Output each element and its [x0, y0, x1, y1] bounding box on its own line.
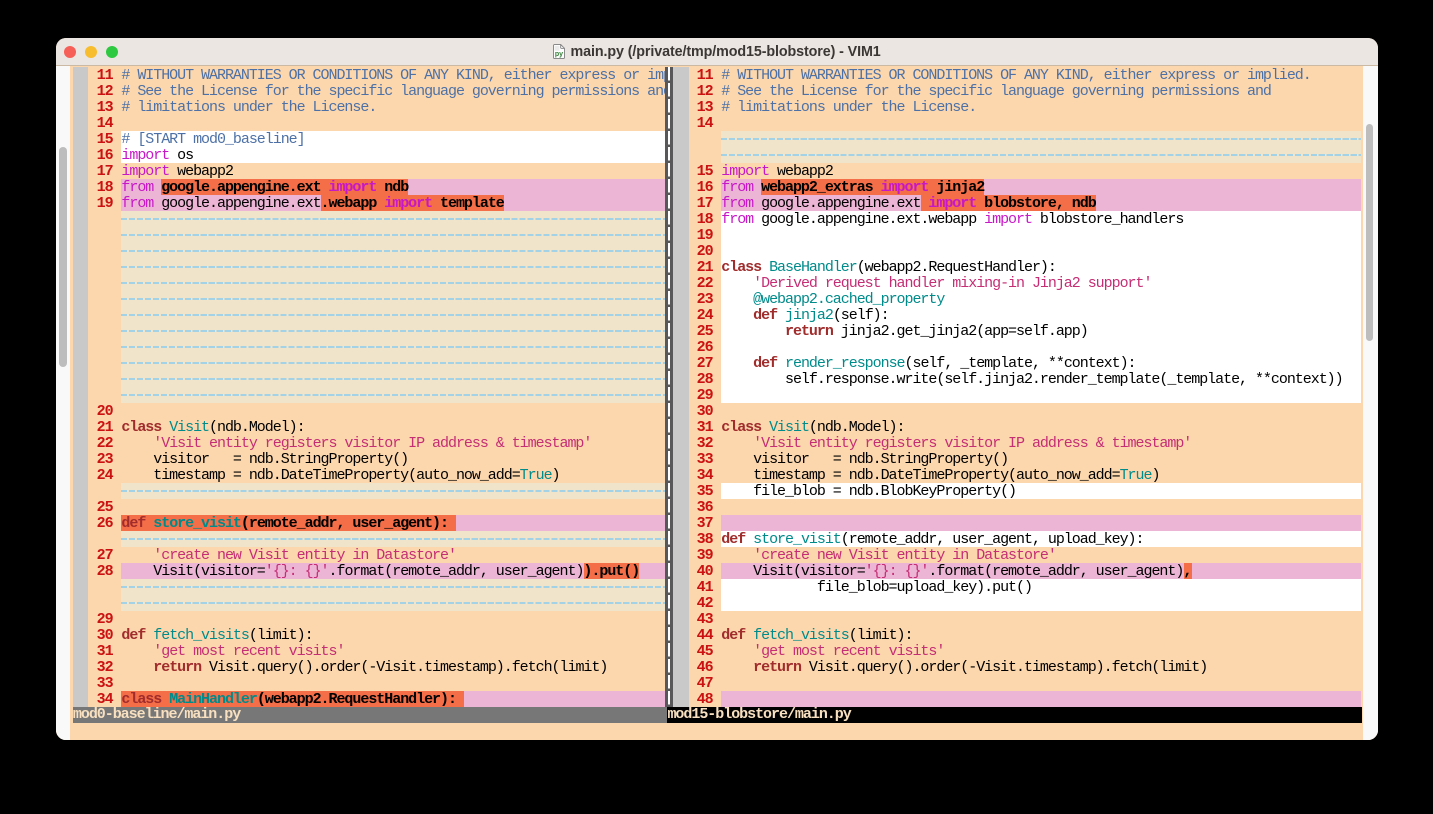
- svg-text:py: py: [554, 51, 562, 58]
